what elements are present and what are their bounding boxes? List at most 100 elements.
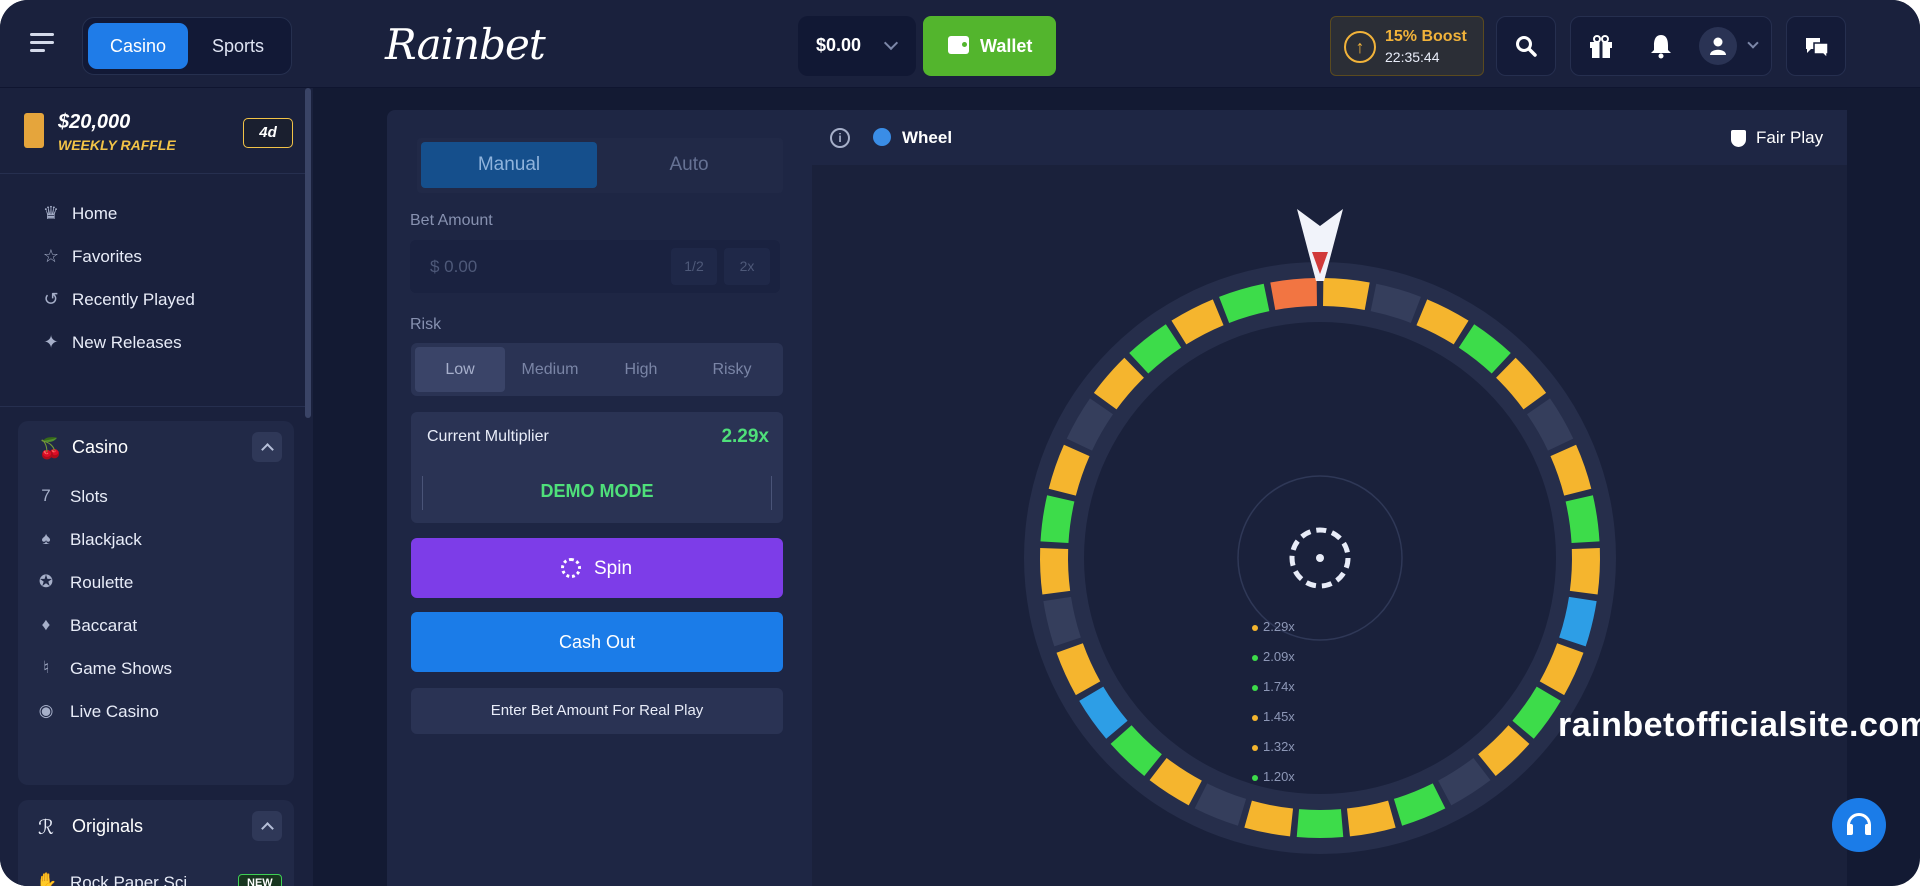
chevron-up-icon[interactable] — [252, 432, 282, 462]
bell-icon[interactable] — [1649, 33, 1673, 59]
current-multiplier-value: 2.29x — [721, 426, 769, 447]
spin-button[interactable]: Spin — [411, 538, 783, 598]
cherries-icon: 🍒 — [38, 438, 63, 460]
ticket-icon — [24, 113, 44, 148]
sidebar-item-label: Game Shows — [70, 659, 173, 678]
risk-risky[interactable]: Risky — [687, 347, 777, 392]
dot-icon — [1252, 654, 1258, 661]
multiplier-row: 1.45x — [1252, 709, 1362, 739]
sidebar-item-new-releases[interactable]: ✦ New Releases — [28, 322, 298, 362]
boost-title: 15% Boost — [1385, 28, 1467, 45]
chat-icon — [1806, 38, 1829, 59]
double-bet-button[interactable]: 2x — [724, 248, 770, 285]
history-icon: ↺ — [43, 289, 59, 309]
cash-out-button[interactable]: Cash Out — [411, 612, 783, 672]
wallet-icon — [948, 36, 969, 54]
sidebar-item-label: Live Casino — [70, 702, 159, 721]
sparkle-icon: ✦ — [43, 332, 59, 352]
sidebar-item-favorites[interactable]: ☆ Favorites — [28, 236, 298, 276]
mode-tabs: Manual Auto — [417, 138, 783, 193]
section-title: Originals — [72, 816, 144, 836]
multiplier-row: 2.09x — [1252, 649, 1362, 679]
multiplier-value: 1.74x — [1263, 679, 1295, 694]
multiplier-value: 2.09x — [1263, 649, 1295, 664]
new-badge: NEW — [238, 874, 282, 886]
tab-sports[interactable]: Sports — [188, 23, 288, 69]
tab-casino[interactable]: Casino — [88, 23, 188, 69]
chat-button[interactable] — [1786, 16, 1846, 76]
originals-section-header[interactable]: ℛ Originals — [18, 800, 294, 852]
fair-play-link[interactable]: Fair Play — [1756, 128, 1823, 148]
sidebar-item-label: Home — [72, 204, 118, 223]
sidebar-item-label: Recently Played — [72, 290, 195, 309]
roulette-icon: ✪ — [38, 572, 54, 591]
info-icon[interactable]: i — [830, 128, 850, 148]
sidebar-item-rock-paper-sci[interactable]: ✋ Rock Paper Sci NEW — [18, 864, 282, 886]
avatar[interactable] — [1699, 27, 1737, 65]
support-button[interactable] — [1832, 798, 1886, 852]
dot-icon — [1252, 714, 1258, 721]
sidebar-item-slots[interactable]: 7 Slots — [18, 478, 278, 514]
wheel-stage: 2.29x 2.09x 1.74x 1.45x 1.32x 1.20x — [812, 166, 1847, 886]
hand-icon: ✋ — [36, 872, 58, 886]
multiplier-row: 1.32x — [1252, 739, 1362, 769]
multiplier-value: 1.32x — [1263, 739, 1295, 754]
dot-icon — [1252, 684, 1258, 691]
wheel-segment — [1296, 809, 1344, 838]
shield-icon — [1731, 130, 1746, 147]
tab-manual[interactable]: Manual — [421, 142, 597, 188]
sidebar-item-game-shows[interactable]: ♮ Game Shows — [18, 650, 278, 686]
app-frame: Casino Sports Rainbet $0.00 Wallet ↑ 15%… — [0, 0, 1920, 886]
game-title: Wheel — [902, 128, 953, 147]
risk-medium[interactable]: Medium — [505, 347, 595, 392]
dot-icon — [1252, 624, 1258, 631]
sidebar-item-label: Favorites — [72, 247, 142, 266]
wheel-game-icon — [873, 128, 891, 146]
current-multiplier-label: Current Multiplier — [427, 428, 549, 445]
sidebar-scrollbar[interactable] — [305, 88, 311, 418]
risk-high[interactable]: High — [596, 347, 686, 392]
spin-icon — [561, 558, 581, 578]
wheel-segment — [1569, 548, 1600, 595]
search-button[interactable] — [1496, 16, 1556, 76]
star-icon: ☆ — [42, 246, 60, 266]
wheel-segment — [1040, 548, 1071, 595]
wallet-button[interactable]: Wallet — [923, 16, 1056, 76]
half-bet-button[interactable]: 1/2 — [671, 248, 717, 285]
wheel-segment — [1323, 278, 1370, 310]
risk-low[interactable]: Low — [415, 347, 505, 392]
bet-amount-placeholder: $ 0.00 — [430, 257, 478, 276]
boost-arrow-icon: ↑ — [1344, 31, 1376, 63]
chevron-down-icon[interactable] — [1747, 37, 1759, 49]
chevron-up-icon[interactable] — [252, 811, 282, 841]
broadcast-icon: ◉ — [38, 701, 54, 720]
menu-icon[interactable] — [30, 33, 54, 53]
casino-section-header[interactable]: 🍒 Casino — [18, 421, 294, 473]
sidebar-item-home[interactable]: ♛ Home — [28, 193, 298, 233]
sidebar-item-recently-played[interactable]: ↺ Recently Played — [28, 279, 298, 319]
bet-amount-input[interactable]: $ 0.00 1/2 2x — [410, 240, 780, 293]
balance-dropdown[interactable]: $0.00 — [798, 16, 916, 76]
weekly-raffle-banner[interactable]: $20,000 WEEKLY RAFFLE 4d — [0, 88, 305, 174]
tab-auto[interactable]: Auto — [601, 142, 777, 188]
section-title: Casino — [72, 437, 129, 457]
sidebar-item-baccarat[interactable]: ♦ Baccarat — [18, 607, 278, 643]
rainbet-logo[interactable]: Rainbet — [385, 20, 546, 69]
sidebar-item-live-casino[interactable]: ◉ Live Casino — [18, 693, 278, 729]
risk-selector: Low Medium High Risky — [411, 343, 783, 396]
search-icon — [1516, 36, 1537, 57]
game-header: i Wheel Fair Play — [812, 110, 1847, 166]
user-icon — [1710, 37, 1726, 55]
dot-icon — [1252, 774, 1258, 781]
originals-icon: ℛ — [38, 817, 54, 839]
bet-amount-label: Bet Amount — [410, 212, 493, 229]
bet-panel: Manual Auto Bet Amount $ 0.00 1/2 2x Ris… — [387, 110, 812, 886]
gift-icon[interactable] — [1588, 33, 1614, 59]
spade-icon: ♠ — [41, 529, 51, 548]
sidebar-item-roulette[interactable]: ✪ Roulette — [18, 564, 278, 600]
casino-section: 🍒 Casino — [18, 421, 294, 785]
raffle-label: WEEKLY RAFFLE — [58, 137, 176, 153]
boost-button[interactable]: ↑ 15% Boost 22:35:44 — [1330, 16, 1484, 76]
sidebar-item-blackjack[interactable]: ♠ Blackjack — [18, 521, 278, 557]
sidebar-item-label: New Releases — [72, 333, 182, 352]
